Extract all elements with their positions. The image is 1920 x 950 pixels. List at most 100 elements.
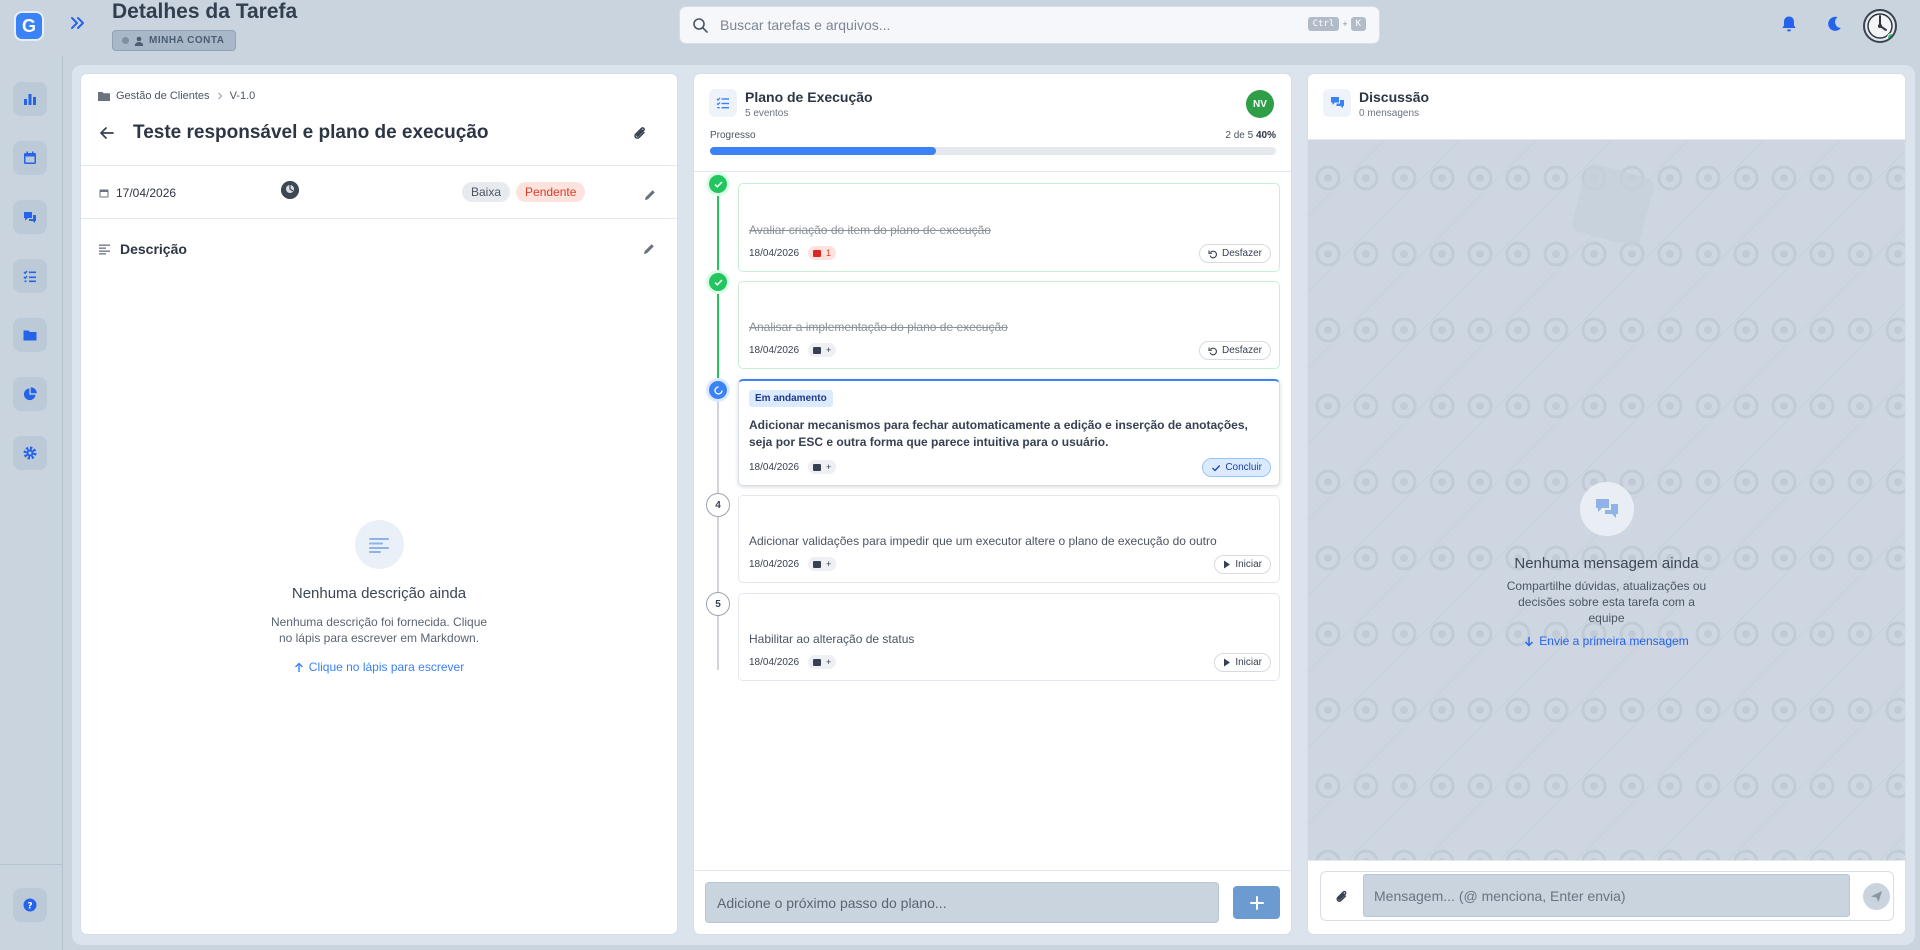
calendar-icon [99, 188, 109, 198]
arrow-up-icon [294, 662, 304, 673]
sidebar-item-reports[interactable] [13, 377, 47, 411]
check-icon [1211, 463, 1221, 473]
plan-step-card-current[interactable]: Em andamento Adicionar mecanismos para f… [738, 379, 1280, 486]
sidebar-item-files[interactable] [13, 318, 47, 352]
sidebar-item-tasks[interactable] [13, 259, 47, 293]
step-notes-count: + [826, 462, 832, 472]
online-indicator [1887, 33, 1895, 41]
undo-button[interactable]: Desfazer [1198, 341, 1271, 360]
start-button[interactable]: Iniciar [1214, 653, 1271, 672]
play-icon [1223, 658, 1231, 667]
undo-button-label: Desfazer [1221, 248, 1262, 259]
step-notes-chip[interactable]: + [808, 655, 837, 669]
step-text: Adicionar mecanismos para fechar automat… [749, 418, 1248, 449]
user-avatar[interactable] [1863, 9, 1897, 43]
message-box: Mensagem... (@ menciona, Enter envia) [1320, 871, 1894, 921]
chat-bubbles-icon [1579, 482, 1634, 536]
attach-paperclip-icon[interactable] [1334, 889, 1350, 905]
help-icon: ? [22, 897, 38, 913]
moon-icon[interactable] [1824, 14, 1844, 34]
breadcrumb-version[interactable]: V-1.0 [230, 90, 256, 102]
send-button[interactable] [1863, 883, 1890, 910]
empty-discussion: Nenhuma mensagem ainda Compartilhe dúvid… [1308, 482, 1905, 648]
sidebar-item-dashboard[interactable] [13, 82, 47, 116]
step-notes-chip[interactable]: + [808, 343, 837, 357]
due-date-value: 17/04/2026 [116, 186, 177, 200]
write-description-link-text: Clique no lápis para escrever [308, 660, 465, 674]
start-button[interactable]: Iniciar [1214, 555, 1271, 574]
complete-button[interactable]: Concluir [1202, 458, 1271, 477]
step-text: Avaliar criação do item do plano de exec… [749, 223, 991, 237]
sidebar-item-chat[interactable] [13, 200, 47, 234]
sidebar: ? [0, 56, 63, 950]
sidebar-item-settings[interactable] [13, 436, 47, 470]
help-button[interactable]: ? [13, 888, 47, 922]
task-badges: Baixa Pendente [462, 182, 586, 202]
undo-icon [1208, 346, 1218, 356]
complete-button-label: Concluir [1225, 462, 1262, 473]
progress-label: Progresso [710, 130, 756, 141]
step-text: Adicionar validações para impedir que um… [749, 534, 1217, 548]
priority-badge[interactable]: Baixa [462, 182, 511, 202]
edit-pencil-icon[interactable] [643, 188, 657, 202]
send-first-message-link[interactable]: Envie a primeira mensagem [1524, 634, 1689, 648]
plan-step-card[interactable]: Avaliar criação do item do plano de exec… [738, 183, 1280, 272]
plus-icon [1249, 895, 1264, 910]
add-step-input[interactable]: Adicione o próximo passo do plano... [705, 882, 1219, 923]
search-input[interactable]: Buscar tarefas e arquivos... Ctrl + K [679, 6, 1380, 44]
step-notes-chip[interactable]: + [808, 460, 837, 474]
paperclip-icon[interactable] [632, 125, 649, 142]
app-logo[interactable]: G [14, 11, 44, 41]
plan-owner-avatar[interactable]: NV [1246, 90, 1274, 118]
step-status-badge: Em andamento [749, 390, 833, 407]
gear-icon [22, 445, 38, 461]
sidebar-item-calendar[interactable] [13, 141, 47, 175]
back-arrow-icon[interactable] [98, 124, 116, 142]
search-icon [692, 17, 709, 34]
add-step-bar: Adicione o próximo passo do plano... [694, 870, 1291, 934]
edit-description-pencil-icon[interactable] [642, 242, 656, 256]
assignee-avatar[interactable] [281, 181, 299, 199]
account-badge[interactable]: MINHA CONTA [112, 30, 236, 51]
execution-plan-panel: Plano de Execução 5 eventos NV Progresso… [693, 73, 1292, 935]
step-date: 18/04/2026 [749, 559, 800, 570]
progress-bar [710, 147, 1276, 155]
chat-area: Nenhuma mensagem ainda Compartilhe dúvid… [1308, 140, 1905, 860]
plan-step-card[interactable]: Habilitar ao alteração de status 18/04/2… [738, 593, 1280, 681]
message-input[interactable]: Mensagem... (@ menciona, Enter envia) [1363, 874, 1850, 917]
bell-icon[interactable] [1779, 14, 1799, 34]
pie-chart-icon [22, 386, 38, 402]
top-bar: G Detalhes da Tarefa MINHA CONTA Buscar … [0, 0, 1920, 56]
expand-sidebar-icon[interactable] [68, 13, 88, 33]
empty-discussion-text: Compartilhe dúvidas, atualizações ou dec… [1506, 579, 1707, 625]
plan-step-card[interactable]: Adicionar validações para impedir que um… [738, 495, 1280, 583]
arrow-down-icon [1524, 636, 1534, 647]
chevron-right-icon [216, 92, 224, 100]
account-label: MINHA CONTA [149, 35, 225, 46]
breadcrumb-project[interactable]: Gestão de Clientes [116, 90, 210, 102]
step-date: 18/04/2026 [749, 657, 800, 668]
status-badge[interactable]: Pendente [516, 182, 586, 202]
task-title: Teste responsável e plano de execução [133, 122, 489, 143]
write-description-link[interactable]: Clique no lápis para escrever [294, 660, 464, 674]
progress-count: 2 de 5 [1225, 130, 1254, 141]
step-number: 5 [715, 598, 721, 610]
step-node-done [706, 172, 730, 196]
shortcut-plus: + [1342, 19, 1348, 29]
divider [81, 165, 677, 166]
add-step-button[interactable] [1233, 886, 1280, 919]
divider [81, 218, 677, 219]
note-icon [813, 658, 821, 666]
undo-button[interactable]: Desfazer [1198, 244, 1271, 263]
note-icon [813, 560, 821, 568]
step-date: 18/04/2026 [749, 345, 800, 356]
step-notes-chip[interactable]: 1 [808, 246, 837, 260]
page-title: Detalhes da Tarefa [112, 0, 298, 23]
step-text: Habilitar ao alteração de status [749, 632, 915, 646]
plan-step-card[interactable]: Analisar a implementação do plano de exe… [738, 281, 1280, 369]
note-icon [813, 249, 821, 257]
folder-icon [98, 91, 110, 101]
step-notes-chip[interactable]: + [808, 557, 837, 571]
description-title: Descrição [120, 241, 187, 257]
message-composer: Mensagem... (@ menciona, Enter envia) [1308, 860, 1905, 934]
